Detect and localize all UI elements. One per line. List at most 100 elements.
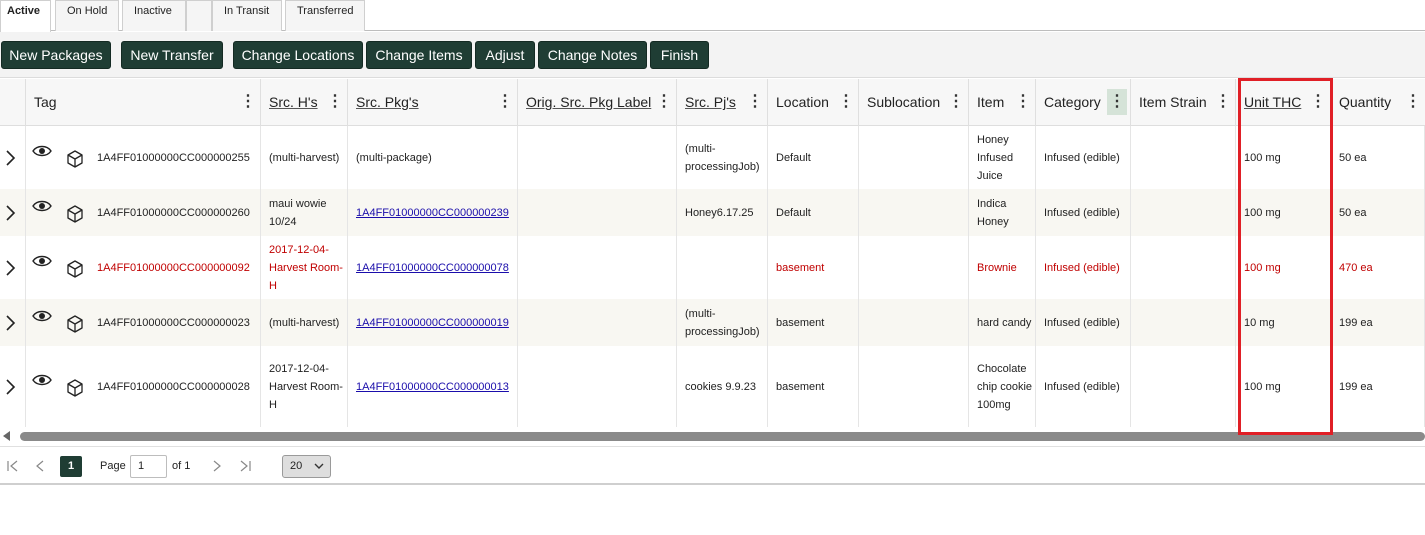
cell-text: Infused (edible)	[1044, 206, 1120, 219]
cell-src-h: maui wowie 10/24	[261, 189, 348, 236]
tab-in-transit[interactable]: In Transit	[212, 0, 282, 31]
kebab-menu-icon[interactable]: ⋮	[1015, 91, 1031, 113]
kebab-menu-icon[interactable]: ⋮	[1405, 91, 1421, 113]
package-icon[interactable]	[66, 204, 84, 223]
page-label: Page	[100, 460, 126, 472]
column-header-item[interactable]: Item ⋮	[969, 79, 1036, 126]
source-package-link[interactable]: 1A4FF01000000CC000000013	[356, 378, 509, 396]
table-row[interactable]: 1A4FF01000000CC000000028 2017-12-04-Harve…	[0, 346, 1425, 427]
packages-grid: Tag ⋮ Src. H's ⋮ Src. Pkg's ⋮ Orig. Src.…	[0, 79, 1425, 427]
cell-text: Brownie	[977, 261, 1017, 274]
horizontal-scrollbar[interactable]	[0, 430, 1425, 442]
last-page-icon[interactable]	[238, 459, 252, 473]
eye-icon[interactable]	[32, 144, 52, 158]
kebab-menu-icon[interactable]: ⋮	[497, 91, 513, 113]
column-header-sublocation[interactable]: Sublocation ⋮	[859, 79, 969, 126]
kebab-menu-icon[interactable]: ⋮	[656, 91, 672, 113]
pagination-bar: 1 Page 1 of 1 20	[0, 446, 1425, 485]
cell-src-pkg: 1A4FF01000000CC000000013	[348, 346, 518, 427]
page-size-value: 20	[290, 460, 303, 472]
finish-button[interactable]: Finish	[650, 41, 709, 69]
kebab-menu-icon[interactable]: ⋮	[1107, 89, 1127, 115]
eye-icon[interactable]	[32, 373, 52, 387]
column-label: Src. Pkg's	[356, 94, 419, 110]
column-header-category[interactable]: Category ⋮	[1036, 79, 1131, 126]
package-icon[interactable]	[66, 378, 84, 397]
scrollbar-thumb[interactable]	[20, 432, 1425, 441]
kebab-menu-icon[interactable]: ⋮	[838, 91, 854, 113]
cell-text: basement	[776, 316, 825, 329]
eye-icon[interactable]	[32, 254, 52, 268]
cell-text: 50 ea	[1339, 206, 1367, 219]
column-header-location[interactable]: Location ⋮	[768, 79, 859, 126]
kebab-menu-icon[interactable]: ⋮	[948, 91, 964, 113]
package-icon[interactable]	[66, 314, 84, 333]
grid-header: Tag ⋮ Src. H's ⋮ Src. Pkg's ⋮ Orig. Src.…	[0, 79, 1425, 126]
new-packages-button[interactable]: New Packages	[1, 41, 111, 69]
table-row[interactable]: 1A4FF01000000CC000000260 maui wowie 10/24…	[0, 189, 1425, 236]
source-package-link[interactable]: 1A4FF01000000CC000000078	[356, 259, 509, 277]
page-number-input[interactable]: 1	[130, 455, 167, 478]
cell-text: 1A4FF01000000CC000000255	[97, 151, 250, 164]
column-header-quantity[interactable]: Quantity ⋮	[1331, 79, 1425, 126]
cell-text: (multi-harvest)	[269, 316, 340, 329]
cell-text: Honey Infused Juice	[977, 133, 1014, 182]
cell-text: (multi-harvest)	[269, 151, 340, 164]
cell-item-strain	[1131, 236, 1236, 299]
expand-column-header	[0, 79, 26, 126]
column-header-orig-src-pkg-label[interactable]: Orig. Src. Pkg Label ⋮	[518, 79, 677, 126]
column-label: Src. Pj's	[685, 94, 736, 110]
new-transfer-button[interactable]: New Transfer	[121, 41, 223, 69]
cell-src-pj: (multi-processingJob)	[677, 299, 768, 346]
tab-transferred[interactable]: Transferred	[285, 0, 365, 31]
column-label: Category	[1044, 94, 1101, 110]
cell-src-pkg: 1A4FF01000000CC000000078	[348, 236, 518, 299]
change-locations-button[interactable]: Change Locations	[233, 41, 363, 69]
prev-page-icon[interactable]	[33, 459, 47, 473]
kebab-menu-icon[interactable]: ⋮	[240, 91, 256, 113]
table-row[interactable]: 1A4FF01000000CC000000023 (multi-harvest) 1…	[0, 299, 1425, 346]
cell-sublocation	[859, 299, 969, 346]
table-row[interactable]: 1A4FF01000000CC000000092 2017-12-04-Harve…	[0, 236, 1425, 299]
status-tabs: Active On Hold Inactive In Transit Trans…	[0, 0, 1425, 32]
adjust-button[interactable]: Adjust	[475, 41, 535, 69]
kebab-menu-icon[interactable]: ⋮	[327, 91, 343, 113]
cell-src-h: (multi-harvest)	[261, 126, 348, 189]
tab-active[interactable]: Active	[0, 0, 51, 32]
source-package-link[interactable]: 1A4FF01000000CC000000239	[356, 204, 509, 222]
tab-on-hold[interactable]: On Hold	[55, 0, 119, 31]
chevron-down-icon	[314, 463, 324, 469]
cell-sublocation	[859, 189, 969, 236]
cell-item-strain	[1131, 299, 1236, 346]
change-items-button[interactable]: Change Items	[366, 41, 472, 69]
current-page-indicator[interactable]: 1	[60, 456, 82, 477]
cell-text: Default	[776, 206, 811, 219]
column-label: Orig. Src. Pkg Label	[526, 94, 652, 110]
eye-icon[interactable]	[32, 199, 52, 213]
column-label: Tag	[34, 94, 57, 110]
package-icon[interactable]	[66, 149, 84, 168]
cell-orig-src-pkg-label	[518, 189, 677, 236]
kebab-menu-icon[interactable]: ⋮	[1215, 91, 1231, 113]
page-size-select[interactable]: 20	[282, 455, 331, 478]
source-package-link[interactable]: 1A4FF01000000CC000000019	[356, 314, 509, 332]
first-page-icon[interactable]	[6, 459, 20, 473]
cell-quantity: 470 ea	[1331, 236, 1425, 299]
change-notes-button[interactable]: Change Notes	[538, 41, 647, 69]
eye-icon[interactable]	[32, 309, 52, 323]
cell-text: basement	[776, 261, 825, 274]
cell-category: Infused (edible)	[1036, 126, 1131, 189]
kebab-menu-icon[interactable]: ⋮	[747, 91, 763, 113]
scroll-left-icon[interactable]	[3, 431, 10, 441]
column-header-tag[interactable]: Tag ⋮	[26, 79, 261, 126]
package-icon[interactable]	[66, 259, 84, 278]
column-header-item-strain[interactable]: Item Strain ⋮	[1131, 79, 1236, 126]
column-header-src-pkg[interactable]: Src. Pkg's ⋮	[348, 79, 518, 126]
cell-text: Honey6.17.25	[685, 206, 754, 219]
column-header-src-h[interactable]: Src. H's ⋮	[261, 79, 348, 126]
table-row[interactable]: 1A4FF01000000CC000000255 (multi-harvest) (…	[0, 126, 1425, 189]
tab-unlabeled[interactable]	[186, 0, 212, 31]
tab-inactive[interactable]: Inactive	[122, 0, 186, 31]
next-page-icon[interactable]	[210, 459, 224, 473]
column-header-src-pj[interactable]: Src. Pj's ⋮	[677, 79, 768, 126]
